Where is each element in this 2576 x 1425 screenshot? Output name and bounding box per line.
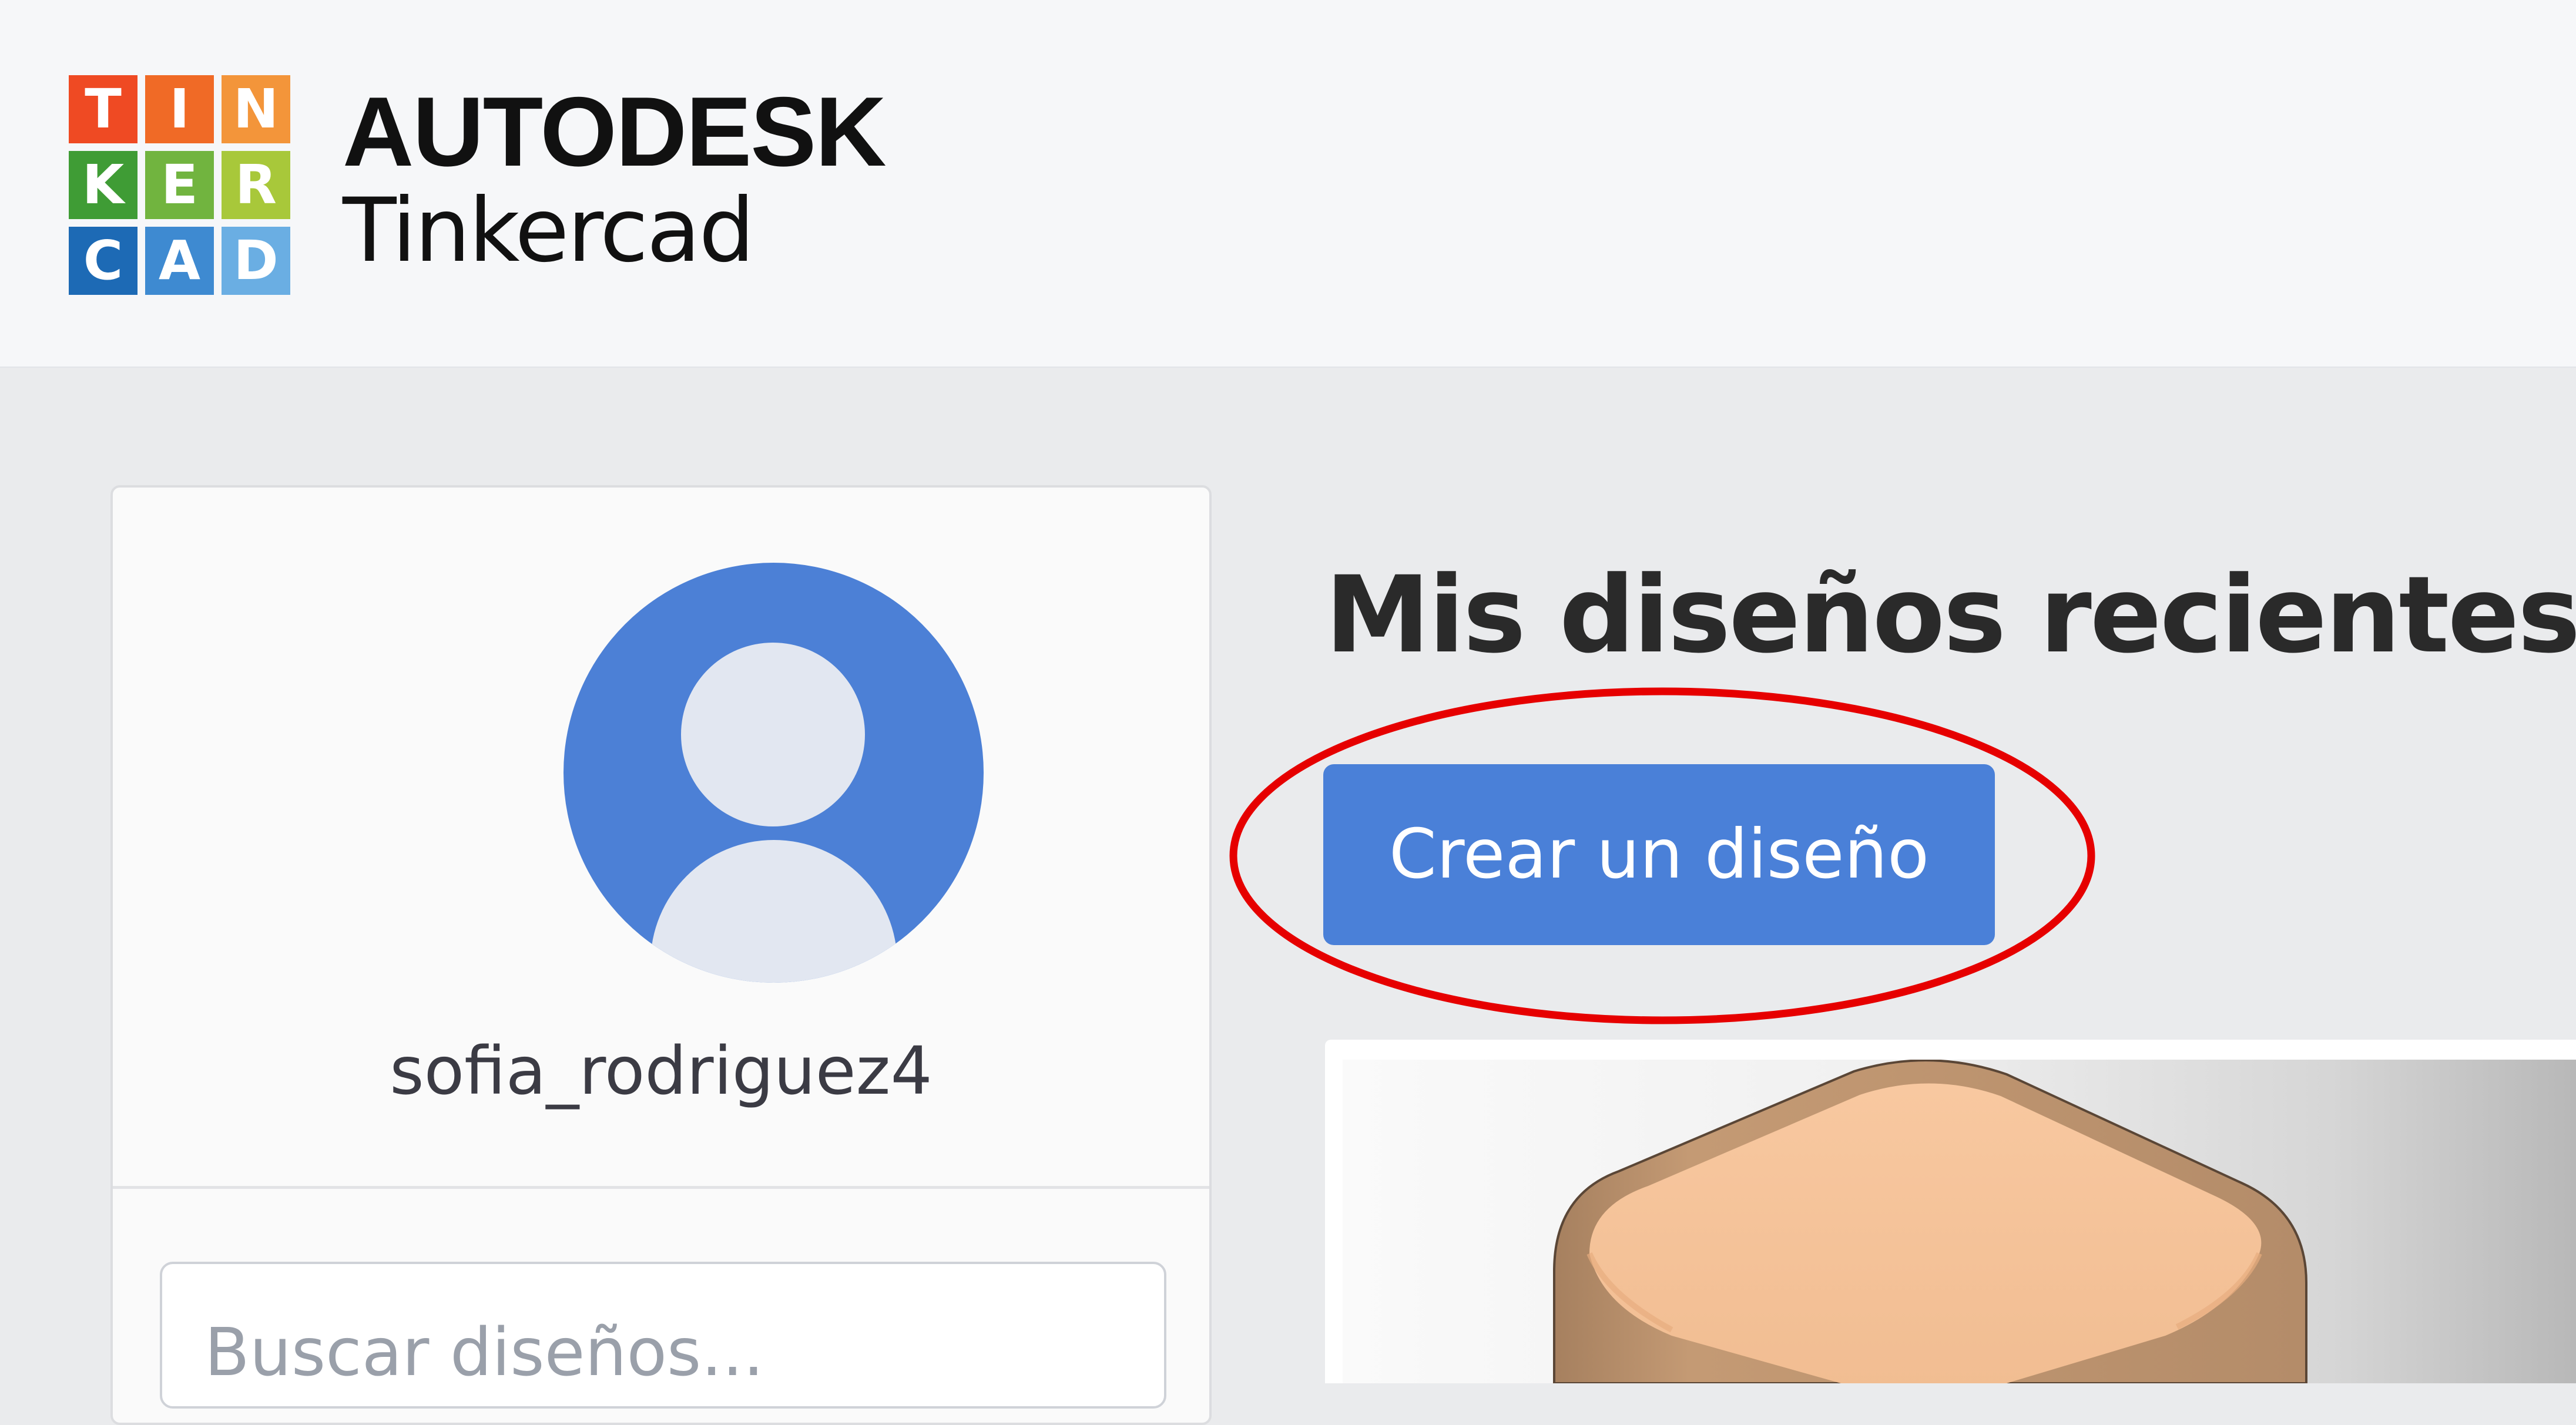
design-card[interactable] — [1325, 1040, 2576, 1383]
username: sofia_rodriguez4 — [390, 1033, 933, 1110]
default-user-avatar-icon[interactable] — [564, 563, 984, 983]
design-thumbnail[interactable] — [1343, 1060, 2576, 1383]
logo-letter-n: N — [222, 75, 290, 143]
logo-letter-a: A — [145, 227, 214, 295]
logo-letter-i: I — [145, 75, 214, 143]
logo-letter-c: C — [69, 227, 137, 295]
logo-letter-t: T — [69, 75, 137, 143]
top-header: TIN KER CAD AUTODESK Tinkercad — [0, 0, 2576, 368]
brand-company-name: AUTODESK — [343, 76, 887, 187]
brand-product-name: Tinkercad — [343, 180, 755, 282]
page-title: Mis diseños recientes — [1325, 554, 2576, 677]
create-design-button[interactable]: Crear un diseño — [1323, 764, 1995, 945]
logo-letter-e: E — [145, 151, 214, 219]
profile-card: sofia_rodriguez4 — [110, 485, 1212, 1425]
search-designs-input[interactable] — [160, 1262, 1166, 1409]
card-divider — [113, 1186, 1209, 1189]
logo-letter-k: K — [69, 151, 137, 219]
logo-letter-d: D — [222, 227, 290, 295]
tinkercad-logo[interactable]: TIN KER CAD — [69, 75, 291, 295]
rounded-box-3d-thumbnail — [1553, 1060, 2307, 1383]
avatar-head-shape — [681, 643, 865, 826]
avatar-body-shape — [650, 840, 897, 983]
logo-letter-r: R — [222, 151, 290, 219]
